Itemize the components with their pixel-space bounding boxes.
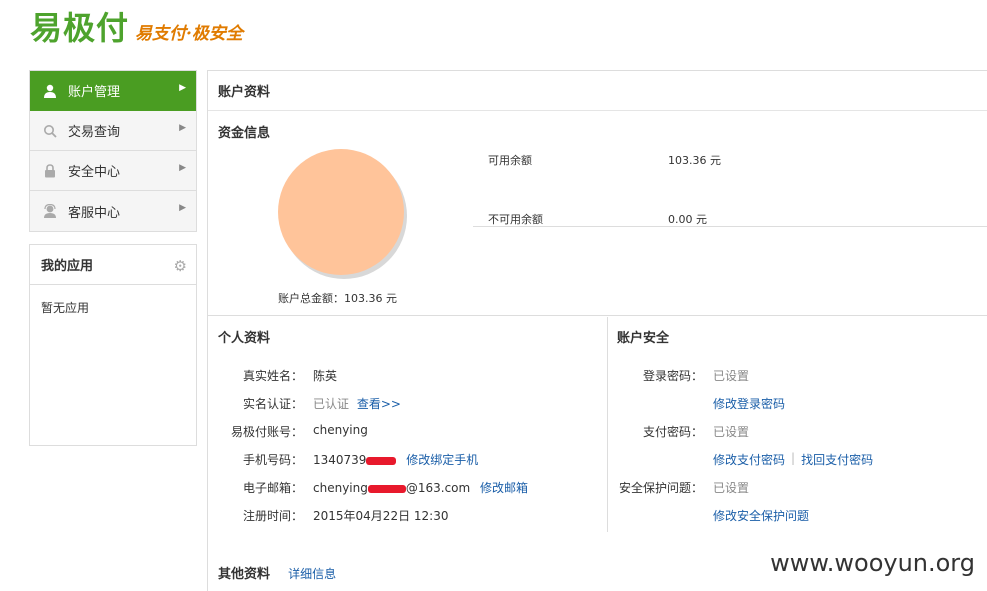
funds-section: 资金信息 账户总金额：103.36 元 可用余额 103.36 元 不可用余额 … [208, 111, 987, 316]
change-security-question-link[interactable]: 修改安全保护问题 [713, 507, 809, 524]
registration-label: 注册时间： [242, 509, 303, 523]
real-name-row: 真实姓名： 陈英 [208, 367, 337, 384]
my-apps-header: 我的应用 ⚙ [30, 245, 196, 285]
my-apps-title: 我的应用 [41, 259, 94, 274]
email-row: 电子邮箱： chenying @163.com 修改邮箱 [208, 479, 528, 496]
my-apps-panel: 我的应用 ⚙ 暂无应用 [29, 244, 197, 446]
change-login-password-link[interactable]: 修改登录密码 [713, 395, 785, 412]
account-label: 易极付账号： [230, 425, 303, 439]
verification-status: 已认证 [313, 397, 350, 411]
email-prefix: chenying [313, 481, 368, 495]
account-value: chenying [313, 423, 368, 437]
chevron-right-icon: ▶ [179, 203, 186, 213]
my-apps-empty-text: 暂无应用 [41, 301, 90, 315]
other-info-section: 其他资料 详细信息 [218, 563, 336, 582]
login-password-status: 已设置 [713, 369, 750, 383]
sidebar-item-account[interactable]: 账户管理 ▶ [30, 71, 196, 111]
security-question-actions: 修改安全保护问题 [713, 507, 809, 524]
personal-info-section: 个人资料 真实姓名： 陈英 实名认证： 已认证 查看>> 易极付账号： chen… [208, 317, 608, 532]
sidebar-item-label: 账户管理 [68, 85, 121, 100]
sidebar-item-transactions[interactable]: 交易查询 ▶ [30, 111, 196, 151]
link-separator: | [791, 451, 796, 465]
account-security-title: 账户安全 [617, 331, 670, 346]
security-question-status: 已设置 [713, 481, 750, 495]
sidebar-item-label: 交易查询 [68, 125, 121, 140]
phone-row: 手机号码： 1340739 修改绑定手机 [208, 451, 478, 468]
login-password-label: 登录密码： [642, 369, 703, 383]
main-panel: 账户资料 资金信息 账户总金额：103.36 元 可用余额 103.36 元 不… [207, 70, 987, 591]
pay-password-status: 已设置 [713, 425, 750, 439]
sidebar: 账户管理 ▶ 交易查询 ▶ 安全中心 ▶ 客服中心 ▶ 我的应用 ⚙ 暂无应用 [29, 70, 197, 446]
redaction-mark [367, 484, 406, 493]
change-pay-password-link[interactable]: 修改支付密码 [713, 451, 785, 468]
search-icon [42, 123, 58, 139]
watermark: www.wooyun.org [764, 547, 981, 579]
account-row: 易极付账号： chenying [208, 423, 368, 440]
funds-title: 资金信息 [218, 126, 271, 141]
main-header: 账户资料 [208, 71, 987, 111]
security-question-row: 安全保护问题： 已设置 [608, 479, 749, 496]
view-verification-link[interactable]: 查看>> [357, 397, 401, 411]
available-balance-value: 103.36 元 [668, 154, 721, 167]
page-title: 账户资料 [218, 85, 271, 100]
phone-label: 手机号码： [242, 453, 303, 467]
email-label: 电子邮箱： [242, 481, 303, 495]
pay-password-label: 支付密码： [642, 425, 703, 439]
login-password-row: 登录密码： 已设置 [608, 367, 749, 384]
pie-slice-available [278, 149, 404, 275]
unavailable-balance-value: 0.00 元 [668, 213, 707, 226]
sidebar-item-support[interactable]: 客服中心 ▶ [30, 191, 196, 231]
available-balance-label: 可用余额 [488, 154, 532, 167]
sidebar-item-label: 客服中心 [68, 205, 121, 221]
personal-info-title: 个人资料 [218, 331, 271, 346]
security-question-label: 安全保护问题： [618, 481, 703, 495]
chevron-right-icon: ▶ [179, 123, 186, 133]
verification-row: 实名认证： 已认证 查看>> [208, 395, 401, 412]
pay-password-row: 支付密码： 已设置 [608, 423, 749, 440]
sidebar-item-label: 安全中心 [68, 165, 121, 180]
brand-logo[interactable]: 易极付 易支付·极安全 [30, 6, 243, 47]
real-name-value: 陈英 [313, 369, 338, 383]
registration-row: 注册时间： 2015年04月22日 12:30 [208, 507, 449, 524]
user-icon [42, 83, 58, 99]
account-security-section: 账户安全 登录密码： 已设置 修改登录密码 支付密码： 已设置 修改支付密码 |… [608, 317, 987, 532]
support-icon [42, 203, 58, 219]
verification-label: 实名认证： [242, 397, 303, 411]
pay-password-actions: 修改支付密码 | 找回支付密码 [713, 451, 873, 468]
other-info-title: 其他资料 [218, 567, 271, 582]
change-email-link[interactable]: 修改邮箱 [480, 481, 528, 495]
gear-icon[interactable]: ⚙ [174, 257, 187, 275]
chevron-right-icon: ▶ [179, 83, 186, 93]
recover-pay-password-link[interactable]: 找回支付密码 [801, 451, 873, 468]
login-password-actions: 修改登录密码 [713, 395, 785, 412]
lock-icon [42, 163, 58, 179]
sidebar-item-security[interactable]: 安全中心 ▶ [30, 151, 196, 191]
brand-slogan: 易支付·极安全 [135, 23, 243, 44]
brand-name: 易极付 [30, 9, 130, 47]
unavailable-balance-label: 不可用余额 [488, 213, 543, 226]
sidebar-nav: 账户管理 ▶ 交易查询 ▶ 安全中心 ▶ 客服中心 ▶ [29, 70, 197, 232]
change-phone-link[interactable]: 修改绑定手机 [406, 453, 478, 467]
real-name-label: 真实姓名： [242, 369, 303, 383]
phone-value: 1340739 [313, 453, 367, 467]
funds-divider [473, 226, 987, 227]
email-suffix: @163.com [405, 481, 471, 495]
chevron-right-icon: ▶ [179, 163, 186, 173]
total-amount: 账户总金额：103.36 元 [278, 292, 397, 305]
details-link[interactable]: 详细信息 [288, 567, 336, 581]
registration-value: 2015年04月22日 12:30 [313, 509, 449, 523]
balance-pie-chart [278, 149, 407, 279]
redaction-mark [366, 456, 397, 465]
